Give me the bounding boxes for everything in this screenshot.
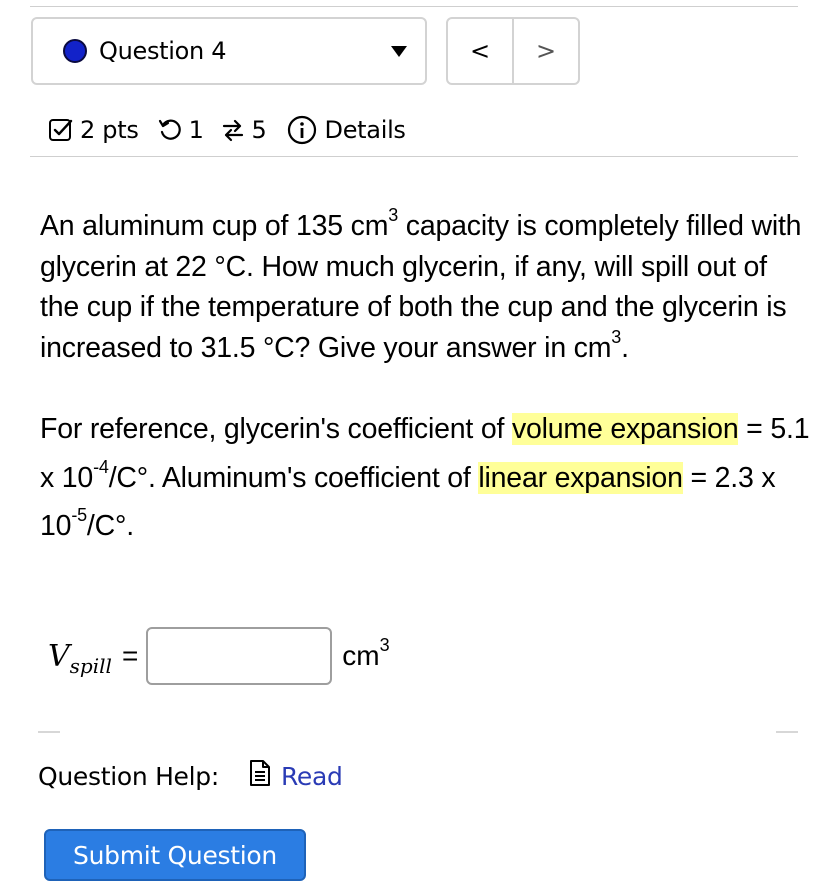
dropdown-caret-icon — [391, 46, 407, 57]
equals-sign: = — [121, 640, 139, 671]
answer-variable-subscript: spill — [69, 654, 112, 678]
attempts-count: 1 — [188, 116, 204, 144]
question-status-dot — [63, 39, 87, 63]
question-text-part: An aluminum cup of 135 cm — [40, 210, 389, 242]
answer-input[interactable] — [146, 627, 333, 685]
previous-question-button[interactable]: < — [448, 19, 512, 83]
unit-text: cm — [342, 640, 380, 671]
superscript: 3 — [611, 326, 622, 347]
unit-superscript: 3 — [379, 635, 390, 655]
section-divider-right — [776, 731, 798, 733]
question-help-label: Question Help: — [38, 761, 219, 791]
details-link[interactable]: Details — [325, 116, 406, 144]
highlighted-term: volume expansion — [511, 413, 739, 445]
reference-text-part: /C°. — [86, 510, 134, 542]
retry-icon — [157, 117, 183, 143]
answer-unit: cm3 — [342, 636, 389, 672]
points-label: 2 pts — [80, 116, 139, 144]
superscript: -4 — [93, 456, 109, 477]
versions-icon — [220, 117, 246, 143]
read-link[interactable]: Read — [281, 762, 343, 791]
versions-count: 5 — [251, 116, 267, 144]
top-divider — [30, 6, 798, 7]
answer-row: Vspill = cm3 — [48, 626, 390, 686]
question-meta: 2 pts 1 5 Details — [48, 112, 406, 148]
highlighted-term: linear expansion — [478, 461, 683, 494]
question-help: Question Help: Read — [38, 756, 343, 796]
question-select[interactable]: Question 4 — [31, 17, 427, 85]
reference-text: For reference, glycerin's coefficient of… — [40, 405, 810, 551]
reference-text-part: For reference, glycerin's coefficient of — [40, 413, 512, 445]
superscript: -5 — [71, 505, 87, 525]
question-body: An aluminum cup of 135 cm3 capacity is c… — [40, 206, 810, 551]
meta-divider — [30, 156, 798, 157]
submit-question-button[interactable]: Submit Question — [44, 829, 306, 881]
question-nav: < > — [446, 17, 580, 85]
checkbox-icon — [48, 117, 74, 143]
section-divider-left — [38, 731, 60, 733]
answer-variable: V — [48, 638, 70, 674]
question-text: An aluminum cup of 135 cm3 capacity is c… — [40, 206, 810, 368]
question-select-label: Question 4 — [99, 37, 227, 65]
question-text-part: . — [621, 331, 629, 364]
reference-text-part: /C°. Aluminum's coefficient of — [108, 461, 479, 494]
document-icon[interactable] — [247, 759, 273, 793]
next-question-button[interactable]: > — [512, 19, 578, 83]
superscript: 3 — [388, 205, 399, 225]
info-icon[interactable] — [287, 115, 317, 145]
